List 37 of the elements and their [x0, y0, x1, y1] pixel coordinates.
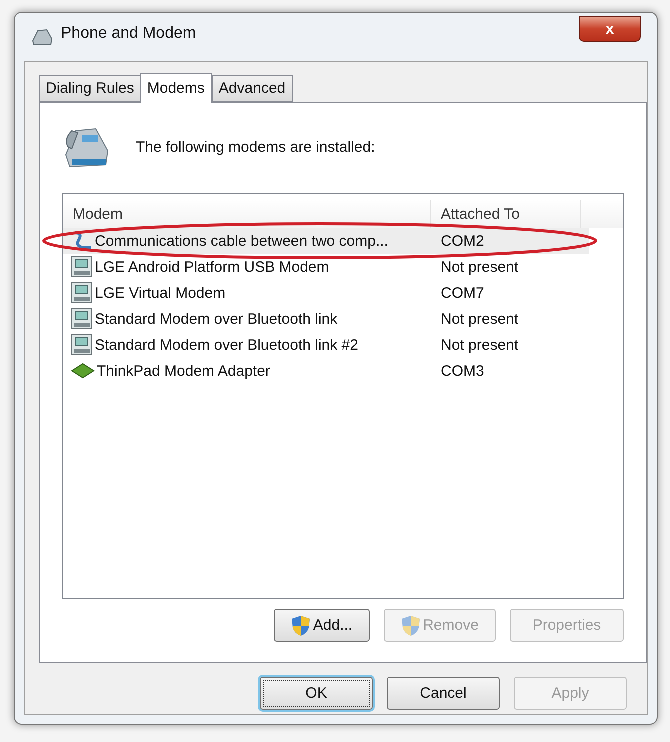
dialog-button[interactable]: Cancel [387, 677, 500, 710]
close-button[interactable]: x [579, 16, 641, 42]
modem-name: ThinkPad Modem Adapter [97, 362, 270, 380]
modem-icon [71, 308, 93, 330]
modem-name: LGE Virtual Modem [95, 284, 226, 302]
modem-icon [71, 282, 93, 304]
column-header[interactable]: Modem [63, 200, 431, 228]
shield-icon [291, 614, 312, 636]
modem-name: Standard Modem over Bluetooth link #2 [95, 336, 358, 354]
telephone-icon [31, 27, 53, 47]
modem-row[interactable]: Standard Modem over Bluetooth link #2 Not present [63, 332, 589, 358]
shield-icon [401, 614, 422, 636]
attached-port: COM2 [440, 232, 486, 250]
attached-port: Not present [440, 336, 520, 354]
modem-row[interactable]: LGE Virtual Modem COM7 [63, 280, 589, 306]
intro-text: The following modems are installed: [136, 138, 376, 156]
modem-row[interactable]: Communications cable between two comp... COM2 [63, 228, 589, 254]
tab[interactable]: Advanced [212, 75, 293, 102]
modem-row[interactable]: Standard Modem over Bluetooth link Not present [63, 306, 589, 332]
attached-port: COM3 [440, 362, 486, 380]
attached-port: COM7 [440, 284, 486, 302]
modem-name: LGE Android Platform USB Modem [95, 258, 330, 276]
window-title: Phone and Modem [61, 25, 196, 43]
modem-name: Communications cable between two comp... [95, 232, 388, 250]
dialog-button[interactable]: OK [260, 677, 373, 710]
attached-port: Not present [440, 258, 520, 276]
modem-name: Standard Modem over Bluetooth link [95, 310, 338, 328]
modem-row[interactable]: ThinkPad Modem Adapter COM3 [63, 358, 589, 384]
modem-icon [71, 256, 93, 278]
tab[interactable]: Modems [140, 73, 212, 103]
modem-row[interactable]: LGE Android Platform USB Modem Not present [63, 254, 589, 280]
attached-port: Not present [440, 310, 520, 328]
list-action-button[interactable]: Add... [274, 609, 370, 642]
modem-icon [71, 334, 93, 356]
tab[interactable]: Dialing Rules [39, 75, 142, 102]
circuit-board-icon [71, 363, 95, 379]
column-header[interactable]: Attached To [431, 200, 581, 228]
